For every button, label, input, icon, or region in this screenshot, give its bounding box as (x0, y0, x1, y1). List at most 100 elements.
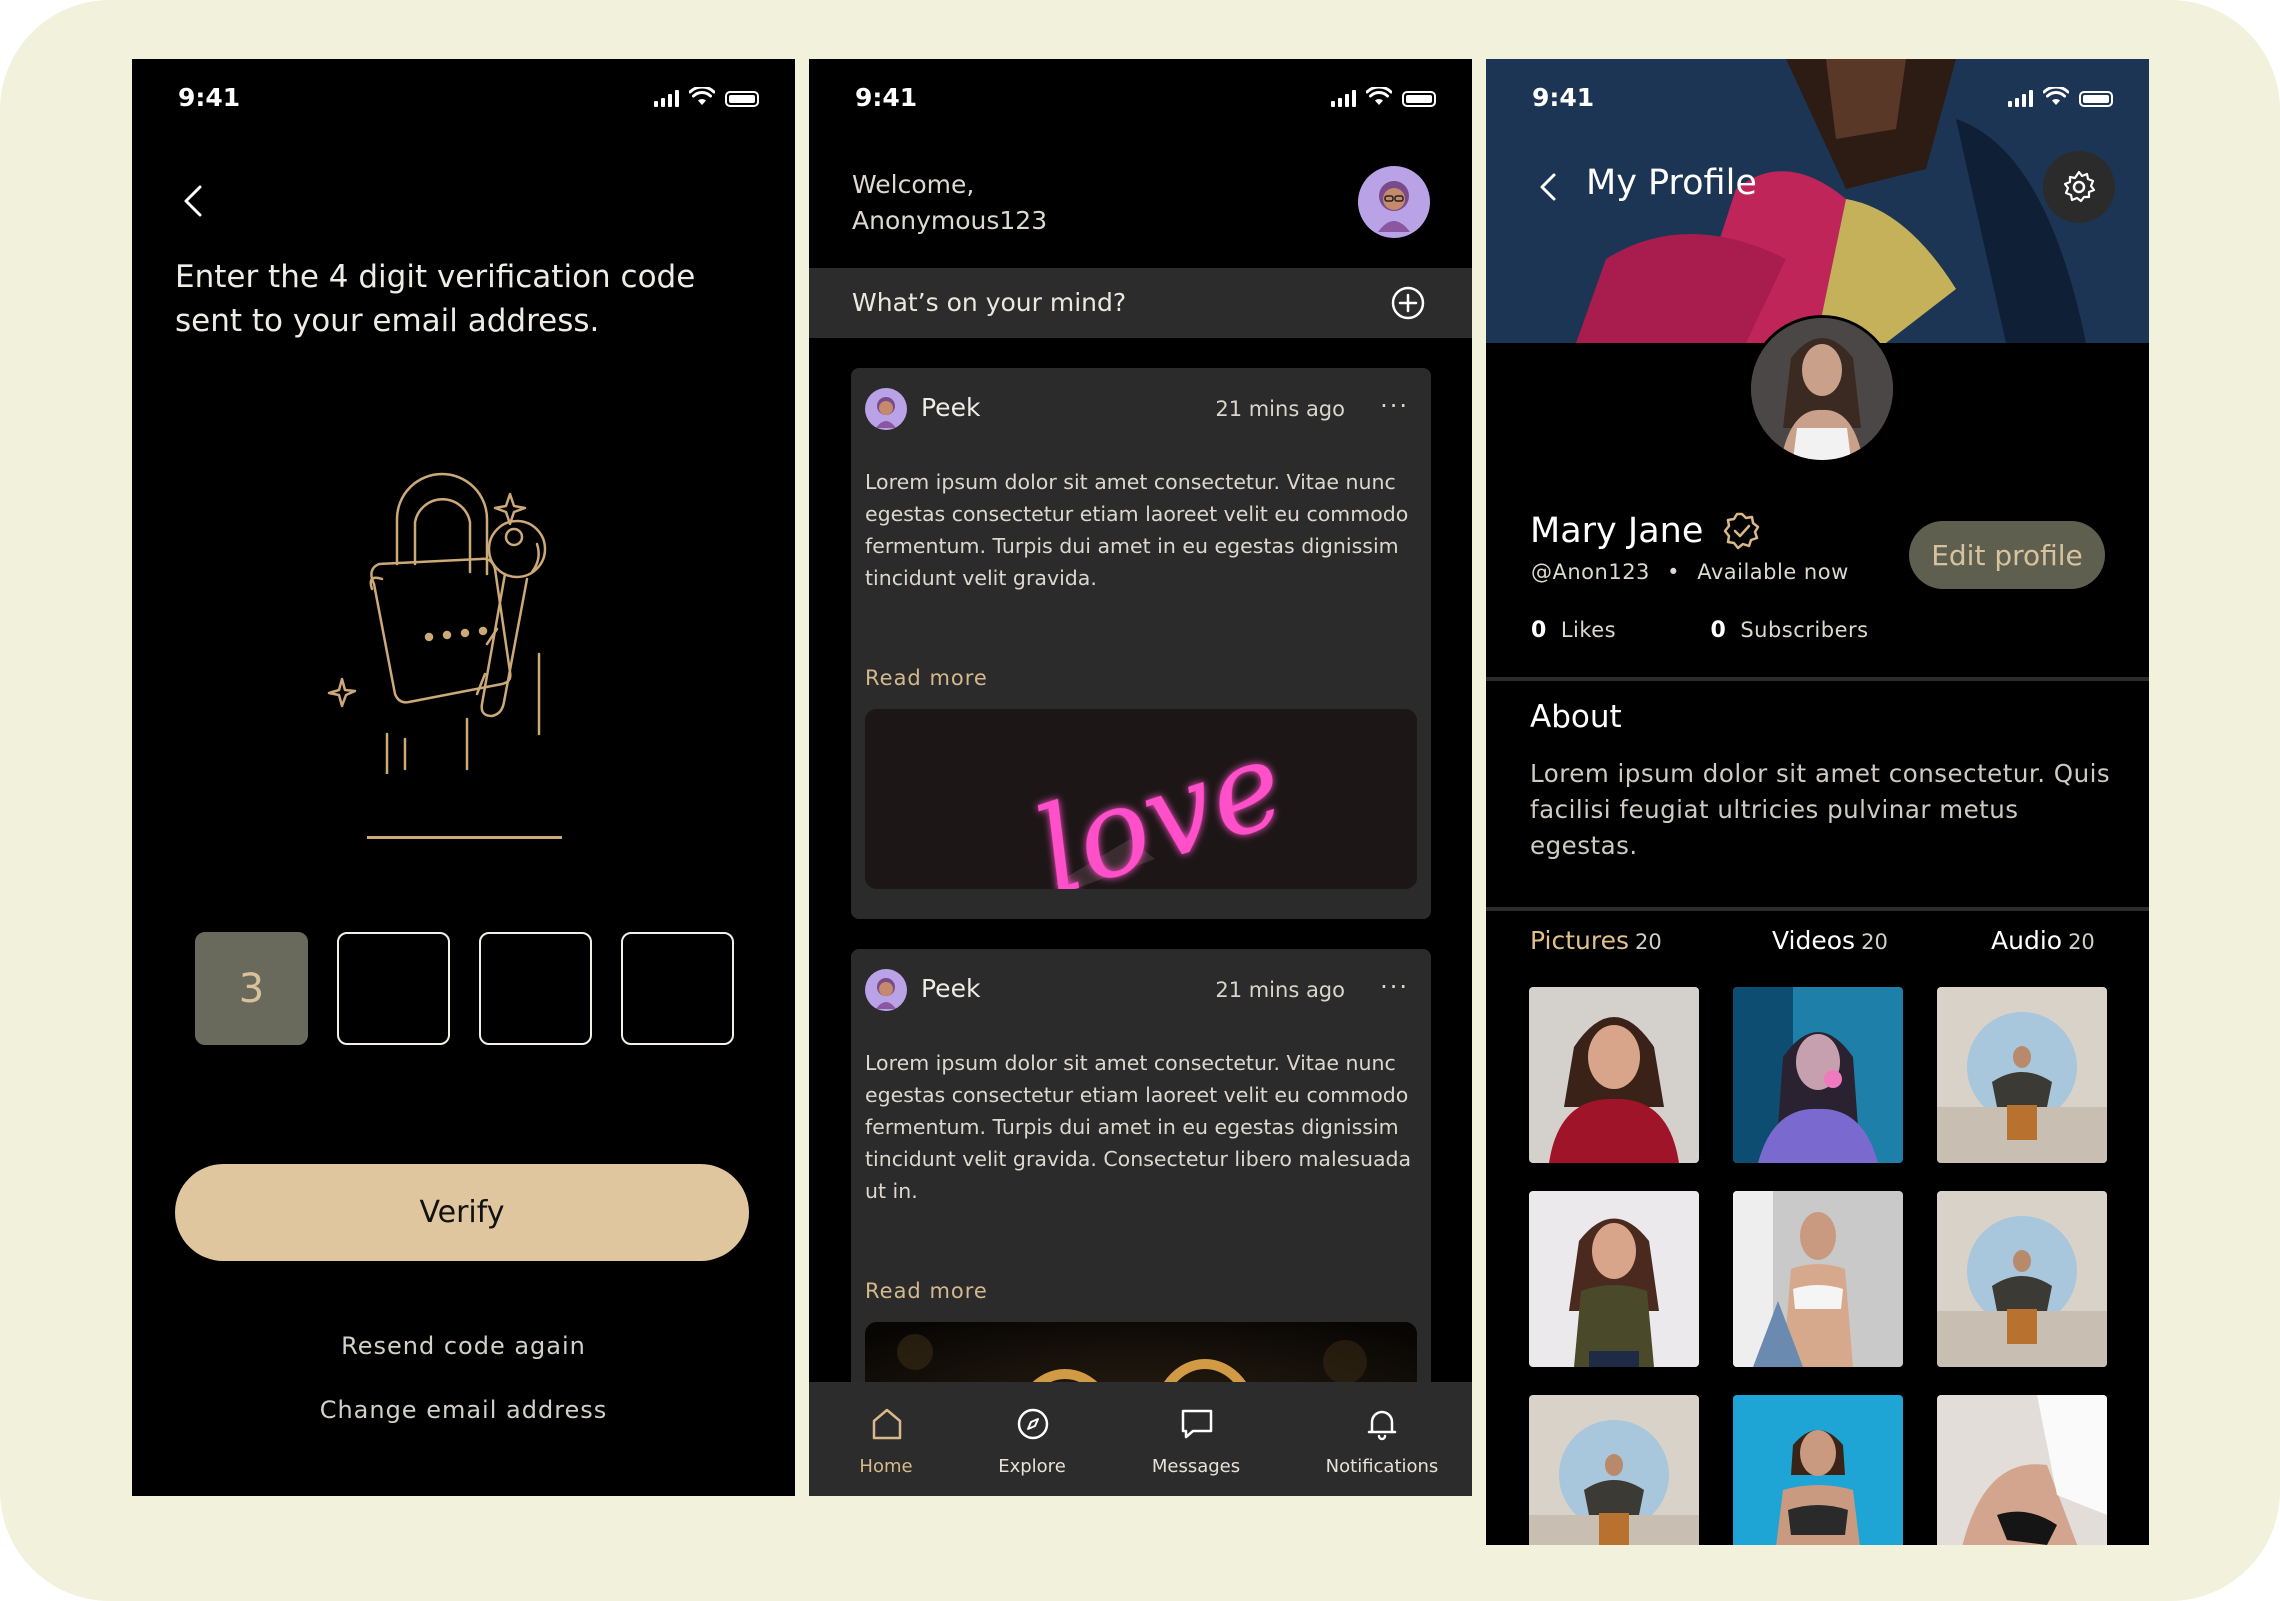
profile-stats: 0 Likes 0 Subscribers (1531, 618, 1869, 643)
post-timestamp: 21 mins ago (1215, 397, 1345, 421)
battery-icon (1402, 91, 1436, 107)
resend-code-link[interactable]: Resend code again (132, 1332, 795, 1360)
post-author-name[interactable]: Peek (921, 393, 980, 422)
post-body: Lorem ipsum dolor sit amet consectetur. … (865, 1051, 1412, 1203)
otp-input-row: 3 (195, 932, 734, 1045)
tab-notifications[interactable]: Notifications (1302, 1382, 1462, 1496)
battery-icon (2079, 91, 2113, 107)
change-email-link[interactable]: Change email address (132, 1396, 795, 1424)
media-thumbnail[interactable] (1937, 1395, 2107, 1545)
read-more-link[interactable]: Read more (865, 666, 988, 690)
verification-screen: 9:41 Enter the 4 digit verification code… (132, 59, 795, 1496)
settings-button[interactable] (2043, 151, 2115, 223)
section-divider (1486, 907, 2149, 911)
page-title: My Profile (1586, 163, 1757, 203)
status-icons (1331, 85, 1436, 107)
post-author-avatar[interactable] (865, 388, 907, 430)
post-image-neon[interactable]: love (865, 709, 1417, 889)
profile-handle-line: @Anon123 • Available now (1531, 560, 1849, 584)
media-thumbnail[interactable] (1733, 987, 1903, 1163)
tab-messages[interactable]: Messages (1131, 1382, 1261, 1496)
illustration-underline (367, 836, 562, 839)
post-card[interactable]: Peek 21 mins ago ··· Lorem ipsum dolor s… (851, 949, 1431, 1409)
read-more-link[interactable]: Read more (865, 1279, 988, 1303)
tab-label: Explore (998, 1456, 1066, 1477)
wifi-icon (689, 87, 715, 105)
post-author-name[interactable]: Peek (921, 974, 980, 1003)
media-thumbnail[interactable] (1529, 1191, 1699, 1367)
chat-icon (1181, 1409, 1213, 1439)
media-thumbnail[interactable] (1529, 987, 1699, 1163)
profile-avatar[interactable] (1748, 315, 1896, 463)
availability-status: Available now (1697, 560, 1849, 584)
add-post-icon[interactable] (1390, 285, 1426, 321)
battery-icon (725, 91, 759, 107)
memoji-avatar-icon (1378, 181, 1410, 232)
post-body: Lorem ipsum dolor sit amet consectetur. … (865, 470, 1409, 590)
more-options-icon[interactable]: ··· (1380, 973, 1409, 1001)
back-arrow-icon[interactable] (176, 183, 212, 219)
media-grid (1529, 987, 2107, 1545)
signal-icon (2008, 89, 2033, 107)
tab-home[interactable]: Home (821, 1382, 951, 1496)
tab-pictures[interactable]: Pictures 20 (1530, 926, 1662, 955)
profile-photo (1751, 318, 1893, 460)
media-thumbnail[interactable] (1937, 987, 2107, 1163)
status-icons (2008, 85, 2113, 107)
otp-digit-3[interactable] (479, 932, 592, 1045)
compose-prompt: What’s on your mind? (852, 288, 1127, 317)
welcome-text: Welcome, Anonymous123 (852, 170, 1048, 235)
media-thumbnail[interactable] (1733, 1191, 1903, 1367)
tab-videos[interactable]: Videos 20 (1772, 926, 1888, 955)
verification-heading: Enter the 4 digit verification code sent… (175, 259, 696, 339)
back-arrow-icon[interactable] (1534, 169, 1564, 205)
tab-label: Messages (1151, 1456, 1241, 1477)
about-text: Lorem ipsum dolor sit amet consectetur. … (1530, 759, 2111, 860)
section-divider (1486, 677, 2149, 681)
about-heading: About (1530, 699, 1622, 735)
user-avatar[interactable] (1358, 166, 1430, 238)
profile-name: Mary Jane (1530, 511, 1704, 551)
subscribers-label: Subscribers (1740, 618, 1869, 642)
edit-profile-button[interactable]: Edit profile (1909, 521, 2105, 589)
post-author-avatar[interactable] (865, 969, 907, 1011)
more-options-icon[interactable]: ··· (1380, 392, 1409, 420)
bell-icon (1367, 1410, 1397, 1441)
otp-digit-2[interactable] (337, 932, 450, 1045)
tab-audio[interactable]: Audio 20 (1991, 926, 2095, 955)
tab-label: Notifications (1325, 1456, 1439, 1477)
memoji-avatar-icon (876, 397, 896, 428)
profile-screen: 9:41 My Profile Mary Jane @Anon123 • Ava… (1486, 59, 2149, 1545)
tab-label: Home (859, 1456, 913, 1477)
status-time: 9:41 (855, 83, 918, 112)
separator-dot: • (1667, 560, 1680, 584)
media-thumbnail[interactable] (1937, 1191, 2107, 1367)
otp-digit-1[interactable]: 3 (195, 932, 308, 1045)
memoji-avatar-icon (876, 978, 896, 1009)
post-card[interactable]: Peek 21 mins ago ··· Lorem ipsum dolor s… (851, 368, 1431, 919)
profile-handle: @Anon123 (1531, 560, 1650, 584)
likes-label: Likes (1560, 618, 1617, 642)
signal-icon (1331, 89, 1356, 107)
bottom-tab-bar: Home Explore Messages Notifications (809, 1382, 1472, 1496)
wifi-icon (1366, 87, 1392, 105)
status-time: 9:41 (178, 83, 241, 112)
verify-button[interactable]: Verify (175, 1164, 749, 1261)
compose-bar[interactable]: What’s on your mind? (809, 268, 1472, 338)
status-time: 9:41 (1532, 83, 1595, 112)
verified-badge-icon (1723, 512, 1760, 550)
subscribers-count: 0 (1710, 618, 1727, 643)
otp-digit-4[interactable] (621, 932, 734, 1045)
post-timestamp: 21 mins ago (1215, 978, 1345, 1002)
home-icon (872, 1408, 902, 1440)
lock-key-illustration (327, 472, 547, 774)
tab-explore[interactable]: Explore (967, 1382, 1097, 1496)
likes-count: 0 (1531, 618, 1547, 643)
feed-screen: 9:41 Welcome, Anonymous123 What’s on you… (809, 59, 1472, 1496)
neon-love-image: love (865, 709, 1417, 889)
compass-icon (1017, 1408, 1049, 1440)
media-thumbnail[interactable] (1733, 1395, 1903, 1545)
gear-icon (2063, 170, 2096, 203)
signal-icon (654, 89, 679, 107)
media-thumbnail[interactable] (1529, 1395, 1699, 1545)
